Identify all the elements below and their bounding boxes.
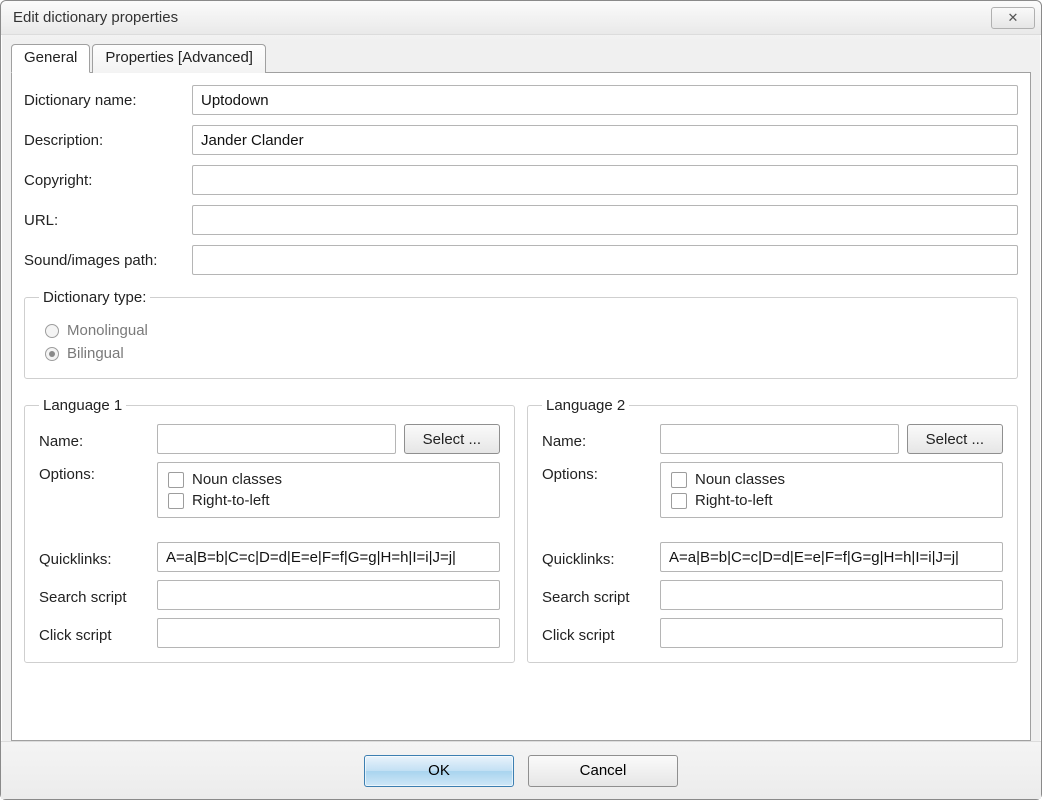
radio-icon bbox=[45, 347, 59, 361]
radio-monolingual-label: Monolingual bbox=[67, 322, 148, 339]
lang1-name-input[interactable] bbox=[157, 424, 396, 454]
lang1-quicklinks-label: Quicklinks: bbox=[39, 547, 149, 568]
checkbox-icon bbox=[168, 472, 184, 488]
radio-icon bbox=[45, 324, 59, 338]
radio-monolingual[interactable]: Monolingual bbox=[45, 322, 1003, 339]
cancel-button[interactable]: Cancel bbox=[528, 755, 678, 787]
checkbox-icon bbox=[671, 493, 687, 509]
lang1-search-script-input[interactable] bbox=[157, 580, 500, 610]
close-icon: ✕ bbox=[1008, 10, 1019, 26]
url-label: URL: bbox=[24, 212, 184, 229]
lang2-noun-classes-label: Noun classes bbox=[695, 471, 785, 488]
lang2-options-box: Noun classes Right-to-left bbox=[660, 462, 1003, 518]
checkbox-icon bbox=[671, 472, 687, 488]
lang2-rtl-label: Right-to-left bbox=[695, 492, 773, 509]
lang1-noun-classes-checkbox[interactable]: Noun classes bbox=[168, 471, 489, 488]
language-2-legend: Language 2 bbox=[542, 397, 629, 414]
dictionary-type-group: Dictionary type: Monolingual Bilingual bbox=[24, 289, 1018, 379]
description-label: Description: bbox=[24, 132, 184, 149]
lang1-options-label: Options: bbox=[39, 462, 149, 483]
lang1-rtl-label: Right-to-left bbox=[192, 492, 270, 509]
content-area: General Properties [Advanced] Dictionary… bbox=[1, 35, 1041, 741]
close-button[interactable]: ✕ bbox=[991, 7, 1035, 29]
lang2-click-script-label: Click script bbox=[542, 623, 652, 644]
lang2-quicklinks-label: Quicklinks: bbox=[542, 547, 652, 568]
window-title: Edit dictionary properties bbox=[13, 9, 991, 26]
tab-properties-advanced[interactable]: Properties [Advanced] bbox=[92, 44, 266, 73]
lang1-quicklinks-input[interactable] bbox=[157, 542, 500, 572]
lang2-options-label: Options: bbox=[542, 462, 652, 483]
radio-bilingual-label: Bilingual bbox=[67, 345, 124, 362]
radio-bilingual[interactable]: Bilingual bbox=[45, 345, 1003, 362]
lang2-search-script-label: Search script bbox=[542, 585, 652, 606]
language-2-group: Language 2 Name: Select ... Options: Nou… bbox=[527, 397, 1018, 663]
sound-images-path-input[interactable] bbox=[192, 245, 1018, 275]
copyright-label: Copyright: bbox=[24, 172, 184, 189]
dictionary-name-input[interactable] bbox=[192, 85, 1018, 115]
lang2-search-script-input[interactable] bbox=[660, 580, 1003, 610]
lang2-click-script-input[interactable] bbox=[660, 618, 1003, 648]
lang2-rtl-checkbox[interactable]: Right-to-left bbox=[671, 492, 992, 509]
lang1-click-script-label: Click script bbox=[39, 623, 149, 644]
lang1-select-button[interactable]: Select ... bbox=[404, 424, 500, 454]
dialog-window: Edit dictionary properties ✕ General Pro… bbox=[0, 0, 1042, 800]
tab-panel-general: Dictionary name: Description: Copyright:… bbox=[11, 72, 1031, 741]
ok-button[interactable]: OK bbox=[364, 755, 514, 787]
lang2-noun-classes-checkbox[interactable]: Noun classes bbox=[671, 471, 992, 488]
tabs-strip: General Properties [Advanced] bbox=[11, 43, 1031, 72]
lang2-quicklinks-input[interactable] bbox=[660, 542, 1003, 572]
lang2-name-input[interactable] bbox=[660, 424, 899, 454]
sound-images-path-label: Sound/images path: bbox=[24, 252, 184, 269]
lang1-noun-classes-label: Noun classes bbox=[192, 471, 282, 488]
titlebar: Edit dictionary properties ✕ bbox=[1, 1, 1041, 35]
language-1-legend: Language 1 bbox=[39, 397, 126, 414]
lang1-search-script-label: Search script bbox=[39, 585, 149, 606]
copyright-input[interactable] bbox=[192, 165, 1018, 195]
dictionary-type-legend: Dictionary type: bbox=[39, 289, 150, 306]
lang1-click-script-input[interactable] bbox=[157, 618, 500, 648]
dialog-footer: OK Cancel bbox=[1, 741, 1041, 799]
lang1-rtl-checkbox[interactable]: Right-to-left bbox=[168, 492, 489, 509]
lang1-name-label: Name: bbox=[39, 429, 149, 450]
description-input[interactable] bbox=[192, 125, 1018, 155]
lang2-select-button[interactable]: Select ... bbox=[907, 424, 1003, 454]
tab-general[interactable]: General bbox=[11, 44, 90, 73]
languages-grid: Language 1 Name: Select ... Options: Nou… bbox=[24, 397, 1018, 663]
checkbox-icon bbox=[168, 493, 184, 509]
language-1-group: Language 1 Name: Select ... Options: Nou… bbox=[24, 397, 515, 663]
url-input[interactable] bbox=[192, 205, 1018, 235]
lang2-name-label: Name: bbox=[542, 429, 652, 450]
dictionary-name-label: Dictionary name: bbox=[24, 92, 184, 109]
lang1-options-box: Noun classes Right-to-left bbox=[157, 462, 500, 518]
